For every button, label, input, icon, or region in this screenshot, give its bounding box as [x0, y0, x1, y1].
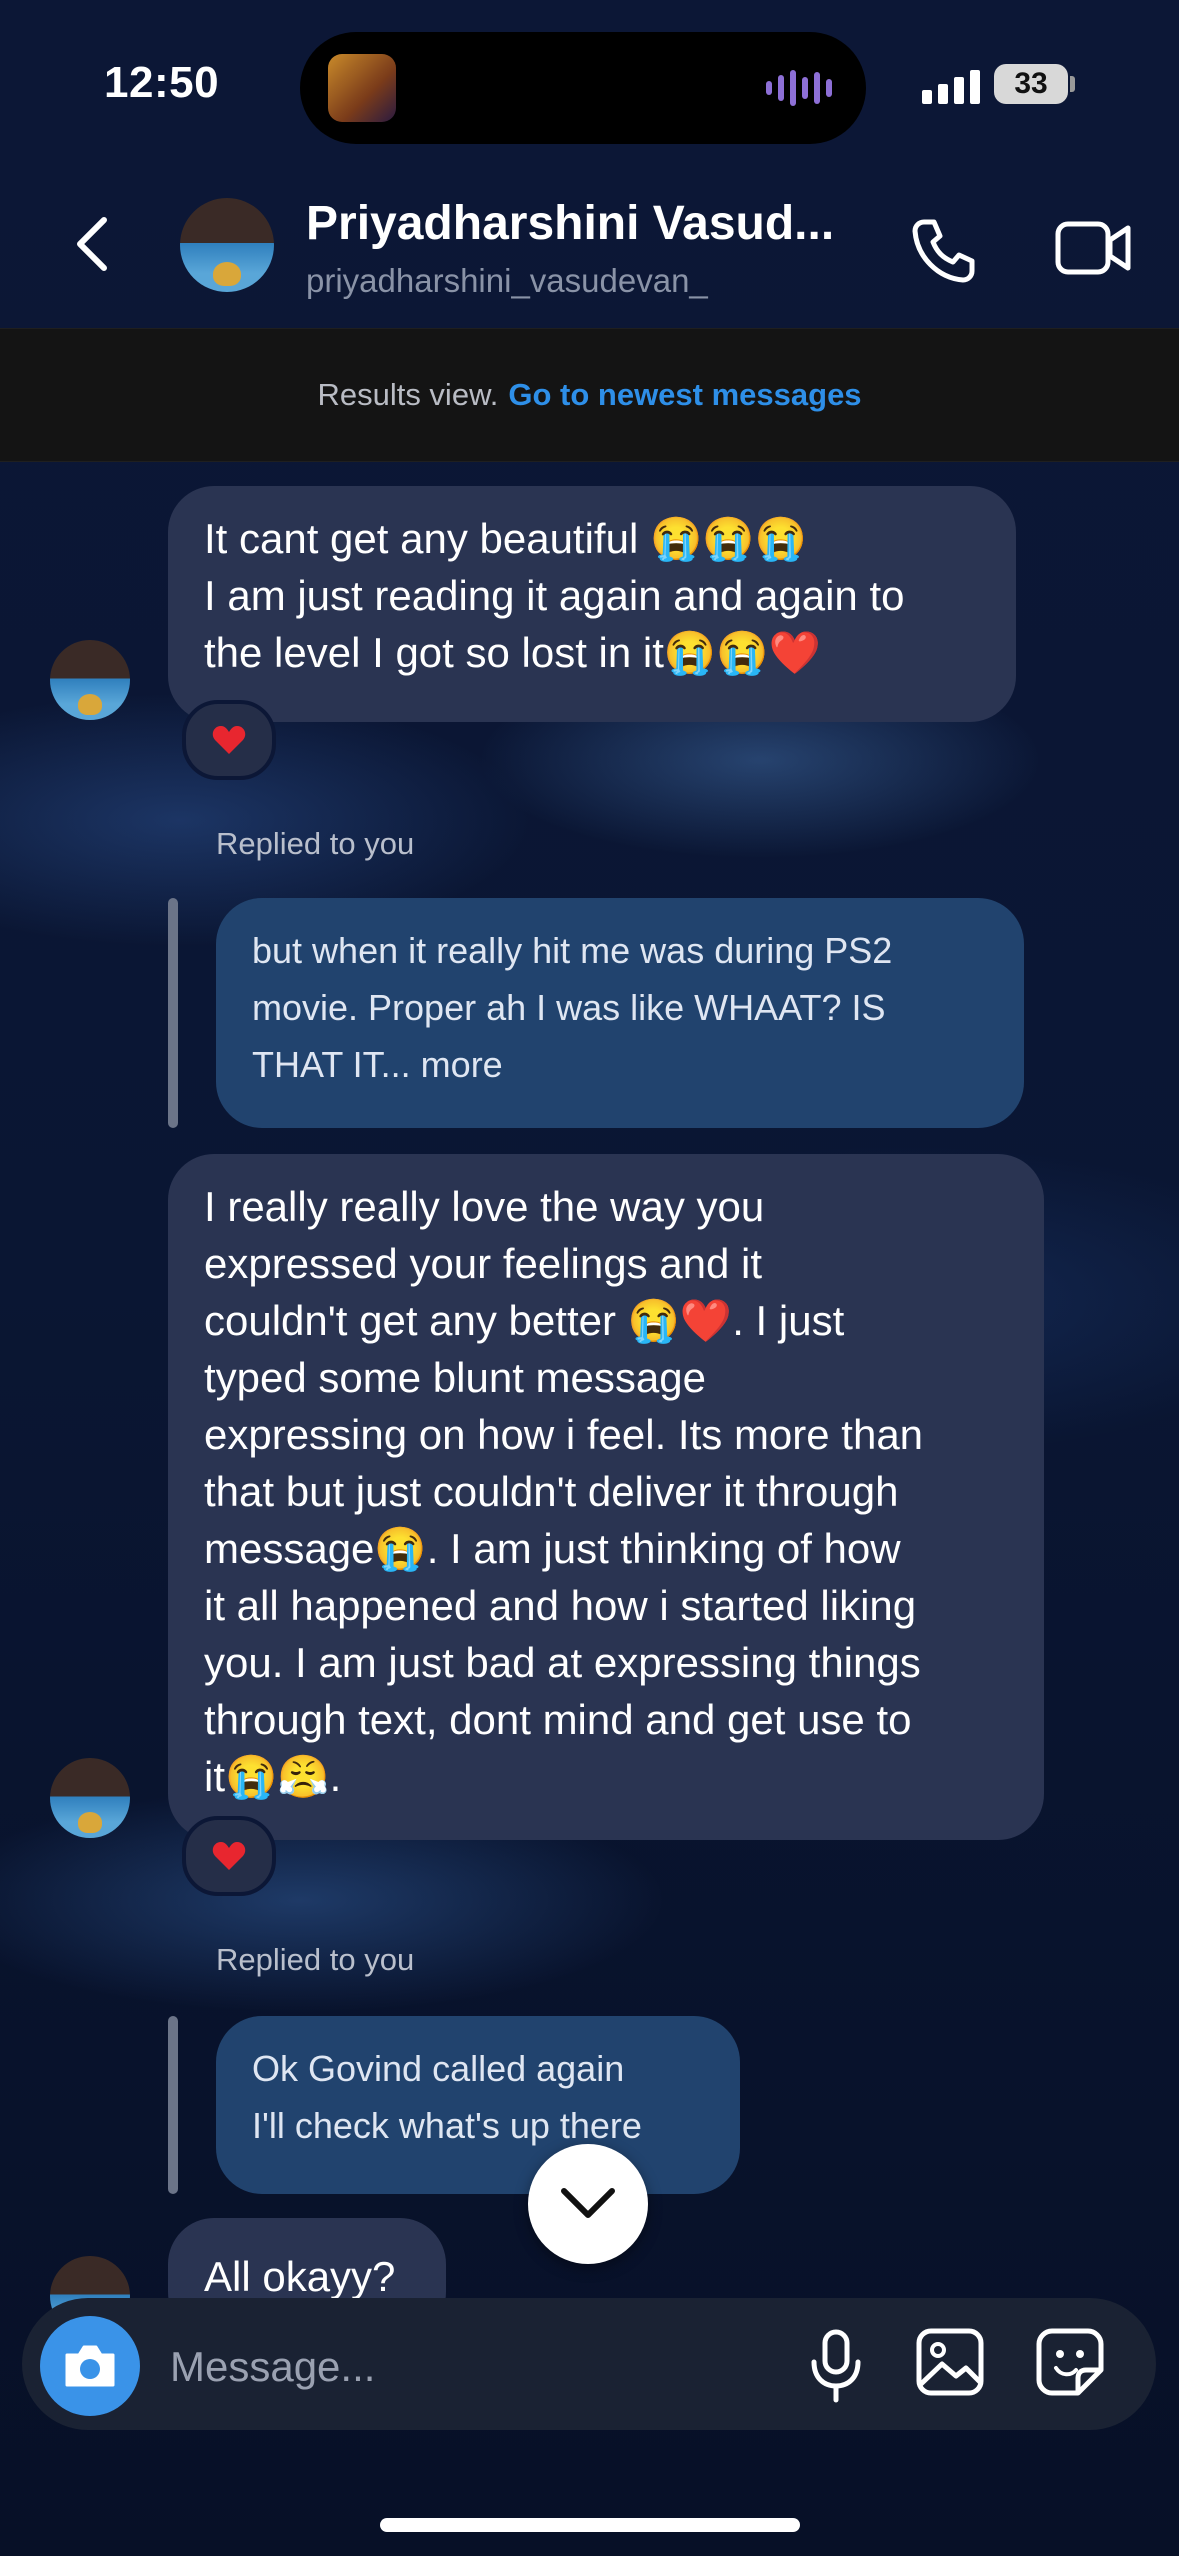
sticker-icon[interactable]: [1034, 2326, 1106, 2398]
chevron-down-icon: [561, 2188, 615, 2218]
camera-button[interactable]: [40, 2316, 140, 2416]
message-line: the level I got so lost in it😭😭❤️: [204, 629, 821, 676]
message-line: expressing on how i feel. Its more than: [204, 1411, 924, 1458]
quoted-reply-message[interactable]: but when it really hit me was during PS2…: [216, 898, 1024, 1128]
battery-nub: [1070, 76, 1075, 92]
reply-quote-bar: [168, 898, 178, 1128]
contact-avatar[interactable]: [180, 198, 274, 292]
results-view-banner: Results view. Go to newest messages: [0, 328, 1179, 462]
heart-icon: [212, 726, 246, 754]
message-line: Ok Govind called again: [252, 2048, 625, 2089]
incoming-message[interactable]: It cant get any beautiful 😭😭😭 I am just …: [168, 486, 1016, 722]
message-input[interactable]: [168, 2334, 772, 2400]
camera-icon: [65, 2345, 115, 2387]
results-view-label: Results view.: [317, 377, 499, 412]
message-line: expressed your feelings and it: [204, 1240, 762, 1287]
reaction-heart[interactable]: [182, 1816, 276, 1896]
now-playing-artwork: [328, 54, 396, 122]
message-line: message😭. I am just thinking of how: [204, 1525, 901, 1572]
incoming-message[interactable]: I really really love the way you express…: [168, 1154, 1044, 1840]
message-line: It cant get any beautiful 😭😭😭: [204, 515, 807, 562]
message-line: it all happened and how i started liking: [204, 1582, 917, 1629]
heart-icon: [212, 1842, 246, 1870]
microphone-icon[interactable]: [806, 2328, 866, 2404]
sender-avatar[interactable]: [50, 640, 130, 720]
phone-icon[interactable]: [908, 214, 980, 286]
chevron-left-icon[interactable]: [70, 214, 114, 274]
status-time: 12:50: [104, 58, 220, 107]
replied-to-you-label: Replied to you: [216, 1942, 415, 1977]
gallery-icon[interactable]: [914, 2326, 986, 2398]
quoted-reply-message[interactable]: Ok Govind called again I'll check what's…: [216, 2016, 740, 2194]
message-line: it😭😤.: [204, 1753, 342, 1800]
contact-name[interactable]: Priyadharshini Vasud...: [306, 196, 834, 251]
message-line: you. I am just bad at expressing things: [204, 1639, 921, 1686]
message-line: THAT IT... more: [252, 1044, 503, 1085]
go-to-newest-link[interactable]: Go to newest messages: [508, 377, 861, 413]
message-line: I really really love the way you: [204, 1183, 765, 1230]
message-line: typed some blunt message: [204, 1354, 706, 1401]
battery-indicator: 33: [994, 64, 1068, 104]
audio-waveform-icon: [766, 68, 832, 108]
home-indicator[interactable]: [380, 2518, 800, 2532]
video-icon[interactable]: [1054, 216, 1132, 280]
reply-quote-bar: [168, 2016, 178, 2194]
scroll-to-bottom-button[interactable]: [528, 2144, 648, 2264]
reaction-heart[interactable]: [182, 700, 276, 780]
sender-avatar[interactable]: [50, 1758, 130, 1838]
message-line: that but just couldn't deliver it throug…: [204, 1468, 899, 1515]
cellular-signal-icon: [922, 70, 980, 104]
message-line: movie. Proper ah I was like WHAAT? IS: [252, 987, 886, 1028]
contact-username[interactable]: priyadharshini_vasudevan_: [306, 262, 708, 300]
message-line: I am just reading it again and again to: [204, 572, 905, 619]
message-line: but when it really hit me was during PS2: [252, 930, 893, 971]
dynamic-island[interactable]: [300, 32, 866, 144]
message-line: through text, dont mind and get use to: [204, 1696, 912, 1743]
message-line: All okayy?: [204, 2253, 396, 2300]
replied-to-you-label: Replied to you: [216, 826, 415, 861]
message-line: couldn't get any better 😭❤️. I just: [204, 1297, 845, 1344]
message-line: I'll check what's up there: [252, 2105, 642, 2146]
